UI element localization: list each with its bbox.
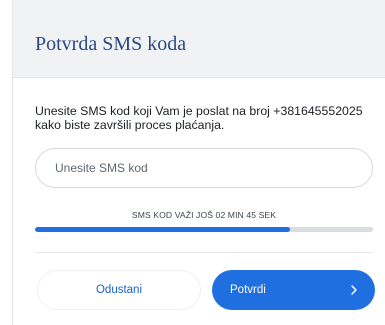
sms-code-input[interactable]: [35, 148, 373, 188]
confirm-button[interactable]: Potvrdi: [212, 270, 375, 310]
chevron-right-icon: [347, 281, 361, 299]
validity-progress-bar: [35, 227, 373, 232]
confirm-button-label: Potvrdi: [230, 284, 266, 296]
sms-confirmation-dialog: Potvrda SMS koda Unesite SMS kod koji Va…: [12, 0, 385, 325]
code-validity-timer: SMS KOD VAŽI JOŠ 02 MIN 45 SEK: [131, 210, 277, 220]
sms-instruction-text: Unesite SMS kod koji Vam je poslat na br…: [35, 104, 363, 132]
divider: [35, 252, 373, 253]
cancel-button[interactable]: Odustani: [37, 270, 201, 310]
dialog-body: Unesite SMS kod koji Vam je poslat na br…: [13, 78, 385, 325]
dialog-header: Potvrda SMS koda: [13, 0, 385, 78]
dialog-title: Potvrda SMS koda: [35, 33, 187, 55]
validity-progress-fill: [35, 227, 291, 232]
